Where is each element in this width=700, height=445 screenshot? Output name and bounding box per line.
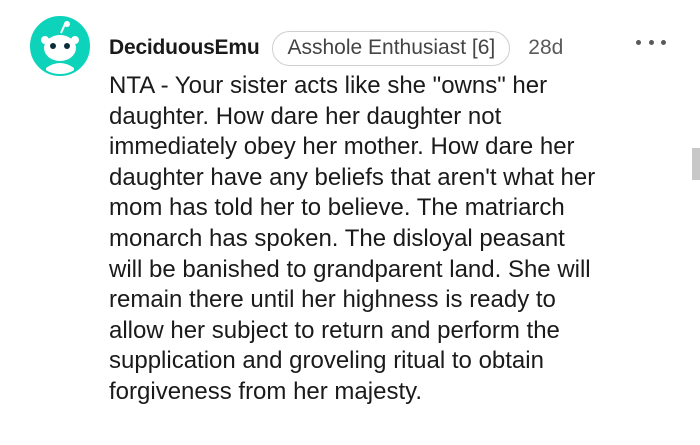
comment-body-line: immediately obey her mother. How dare he…	[109, 133, 575, 161]
comment-header: DeciduousEmu Asshole Enthusiast [6] 28d	[109, 28, 563, 68]
comment-body-line: daughter. How dare her daughter not	[109, 102, 502, 130]
comment-body-line: NTA - Your sister acts like she "owns" h…	[109, 72, 548, 99]
more-dot	[648, 39, 654, 45]
comment-age: 28d	[528, 36, 564, 59]
more-options-icon[interactable]	[636, 30, 666, 54]
comment-body-line: mom has told her to believe. The matriar…	[109, 194, 565, 222]
comment-body-line: allow her subject to return and perform …	[109, 316, 560, 344]
comment-body-line: forgiveness from her majesty.	[109, 377, 422, 405]
comment: DeciduousEmu Asshole Enthusiast [6] 28d …	[0, 0, 700, 445]
comment-body-line: supplication and groveling ritual to obt…	[109, 347, 544, 375]
comment-body: NTA - Your sister acts like she "owns" h…	[109, 71, 679, 408]
more-dot	[636, 39, 641, 45]
comment-body-line: daughter have any beliefs that aren't wh…	[109, 163, 596, 191]
username[interactable]: DeciduousEmu	[109, 36, 260, 60]
user-flair: Asshole Enthusiast [6]	[272, 30, 511, 66]
comment-body-line: monarch has spoken. The disloyal peasant	[109, 224, 565, 252]
scrollbar-thumb[interactable]	[692, 148, 700, 180]
more-dot	[661, 39, 666, 45]
snoo-avatar-icon	[30, 16, 90, 76]
comment-body-line: will be banished to grandparent land. Sh…	[109, 255, 591, 283]
comment-body-line: remain there until her highness is ready…	[109, 286, 556, 314]
avatar[interactable]	[30, 16, 90, 76]
